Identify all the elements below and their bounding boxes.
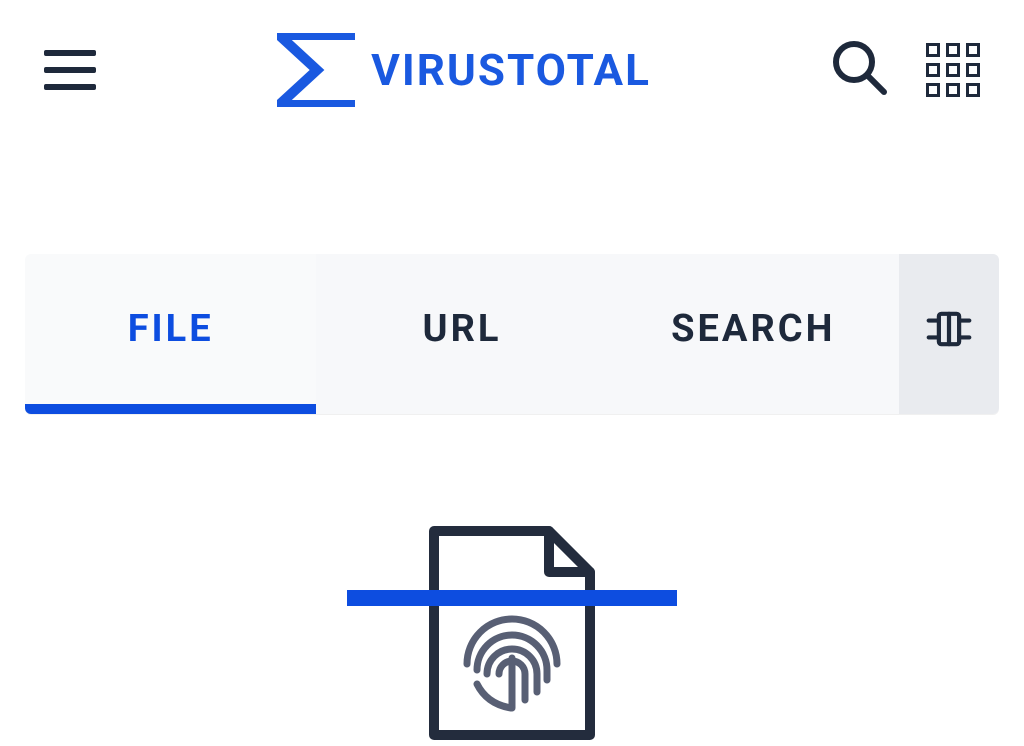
- apps-grid-button[interactable]: [926, 43, 980, 97]
- apps-grid-icon: [926, 43, 980, 97]
- header-left: [44, 50, 96, 90]
- search-icon: [832, 40, 888, 96]
- tab-search[interactable]: SEARCH: [608, 254, 899, 414]
- file-illustration: [427, 524, 597, 746]
- search-button[interactable]: [832, 40, 888, 100]
- menu-button[interactable]: [44, 50, 96, 90]
- api-plug-icon: [922, 302, 976, 356]
- tab-url-label: URL: [423, 307, 502, 351]
- tab-api[interactable]: [899, 254, 999, 414]
- sigma-icon: [277, 33, 357, 107]
- tab-bar: FILE URL SEARCH: [25, 254, 999, 414]
- brand-logo[interactable]: VIRUSTOTAL: [277, 33, 651, 107]
- tab-file-label: FILE: [128, 307, 214, 351]
- app-header: VIRUSTOTAL: [0, 0, 1024, 140]
- tab-url[interactable]: URL: [316, 254, 607, 414]
- scan-line: [347, 590, 677, 606]
- file-drop-area[interactable]: [0, 524, 1024, 746]
- brand-text: VIRUSTOTAL: [371, 44, 651, 96]
- tab-file[interactable]: FILE: [25, 254, 316, 414]
- header-right: [832, 40, 980, 100]
- header-spacer: [0, 140, 1024, 254]
- file-fingerprint-icon: [427, 524, 597, 742]
- tab-search-label: SEARCH: [671, 307, 835, 351]
